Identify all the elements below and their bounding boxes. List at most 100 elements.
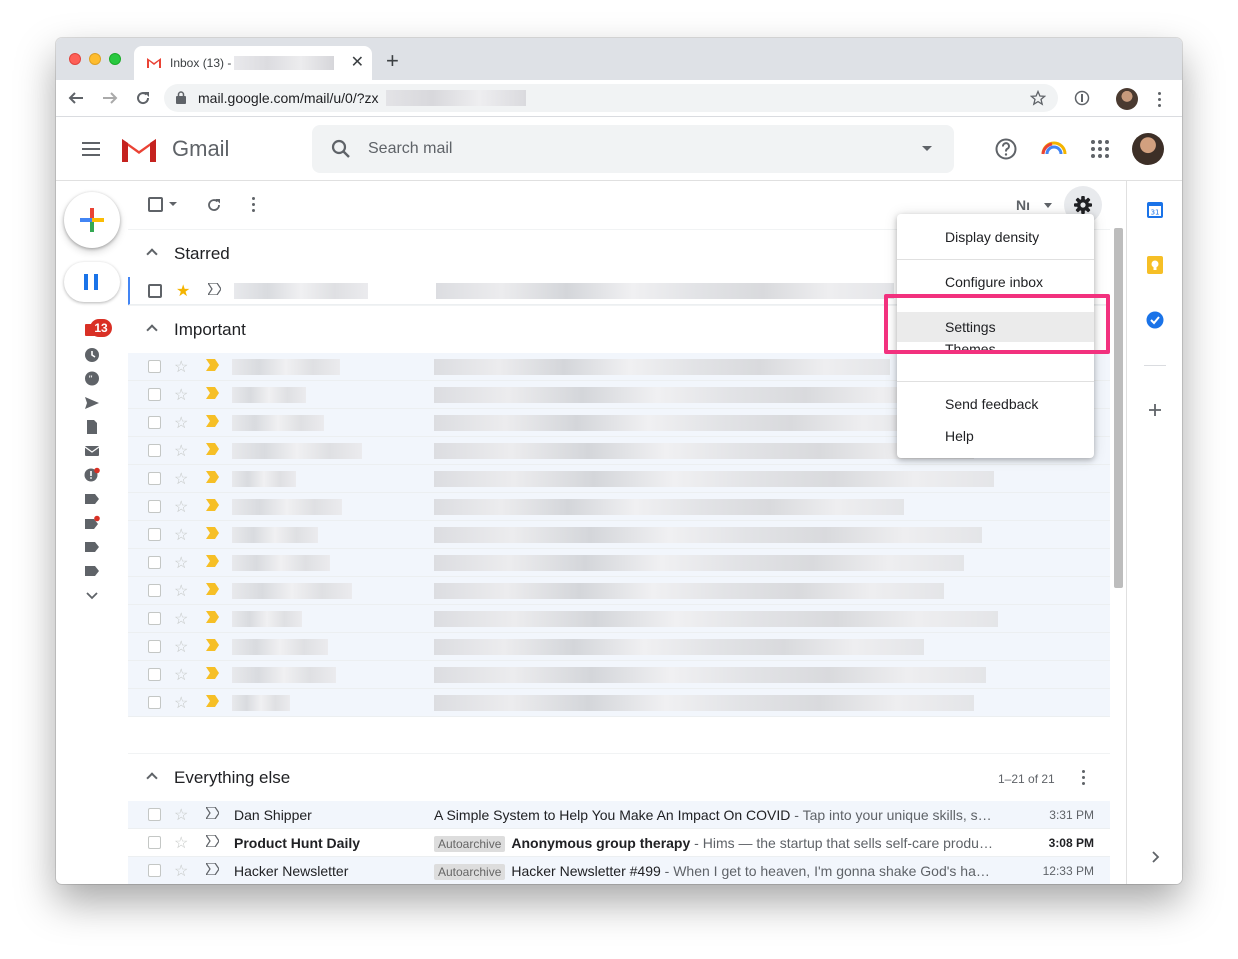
star-outline-icon[interactable]: ☆ [174, 833, 188, 853]
star-outline-icon[interactable]: ☆ [174, 637, 188, 657]
keep-notes-icon[interactable] [1146, 256, 1164, 274]
gmail-logo-icon[interactable] [120, 135, 158, 163]
row-checkbox[interactable] [148, 612, 161, 625]
important-marker-icon[interactable] [206, 639, 219, 651]
important-marker-outline-icon[interactable] [208, 283, 221, 295]
scrollbar-thumb[interactable] [1114, 228, 1123, 588]
important-marker-icon[interactable] [206, 415, 219, 427]
label-icon[interactable] [84, 539, 100, 555]
label-icon[interactable] [84, 515, 100, 531]
important-marker-icon[interactable] [206, 667, 219, 679]
menu-item-configure-inbox[interactable]: Configure inbox [897, 267, 1094, 297]
menu-item-send-feedback[interactable]: Send feedback [897, 389, 1094, 419]
row-checkbox[interactable] [148, 836, 161, 849]
label-icon[interactable] [84, 491, 100, 507]
row-checkbox[interactable] [148, 696, 161, 709]
row-checkbox[interactable] [148, 584, 161, 597]
extension-rainbow-icon[interactable] [1040, 139, 1068, 157]
scrollbar[interactable] [1112, 228, 1124, 884]
star-outline-icon[interactable]: ☆ [174, 665, 188, 685]
collapse-chevron-icon[interactable] [146, 324, 158, 336]
important-row[interactable]: ☆ [128, 577, 1110, 605]
row-checkbox[interactable] [148, 472, 161, 485]
star-outline-icon[interactable]: ☆ [174, 693, 188, 713]
star-outline-icon[interactable]: ☆ [174, 525, 188, 545]
important-marker-icon[interactable] [206, 387, 219, 399]
address-bar[interactable]: mail.google.com/mail/u/0/?zx [164, 84, 1058, 112]
important-marker-icon[interactable] [206, 611, 219, 623]
all-mail-icon[interactable] [84, 443, 100, 459]
important-row[interactable]: ☆ [128, 689, 1110, 717]
collapse-chevron-icon[interactable] [146, 772, 158, 784]
input-tools-caret-icon[interactable] [1044, 203, 1052, 208]
important-marker-icon[interactable] [206, 527, 219, 539]
browser-profile-avatar[interactable] [1116, 88, 1138, 110]
mail-row[interactable]: ☆ Hacker Newsletter Autoarchive Hacker News… [128, 857, 1110, 884]
autoarchive-label[interactable]: Autoarchive [434, 836, 506, 852]
important-row[interactable]: ☆ [128, 521, 1110, 549]
spam-icon[interactable] [84, 467, 100, 483]
account-avatar[interactable] [1132, 133, 1164, 165]
snoozed-clock-icon[interactable] [84, 347, 100, 363]
row-checkbox[interactable] [148, 640, 161, 653]
add-addon-plus-icon[interactable] [1146, 401, 1164, 419]
expand-more-chevron-icon[interactable] [84, 588, 100, 604]
everything-else-section-header[interactable]: Everything else 1–21 of 21 [128, 753, 1110, 801]
row-checkbox[interactable] [148, 864, 161, 877]
mail-row[interactable]: ☆ Product Hunt Daily Autoarchive Anonymous … [128, 829, 1110, 857]
sent-icon[interactable] [84, 395, 100, 411]
input-tools-button[interactable]: Nı [1016, 197, 1030, 213]
collapse-chevron-icon[interactable] [146, 248, 158, 260]
autoarchive-label[interactable]: Autoarchive [434, 864, 506, 880]
calendar-icon[interactable]: 31 [1146, 201, 1164, 219]
star-outline-icon[interactable]: ☆ [174, 357, 188, 377]
row-checkbox[interactable] [148, 444, 161, 457]
row-checkbox[interactable] [148, 284, 162, 298]
important-marker-icon[interactable] [206, 555, 219, 567]
important-row[interactable]: ☆ [128, 549, 1110, 577]
important-marker-icon[interactable] [206, 359, 219, 371]
row-checkbox[interactable] [148, 360, 161, 373]
star-outline-icon[interactable]: ☆ [174, 861, 188, 881]
menu-item-help[interactable]: Help [897, 421, 1094, 451]
extension-info-icon[interactable] [1074, 90, 1090, 106]
zoom-window-button[interactable] [109, 53, 121, 65]
main-menu-icon[interactable] [82, 142, 100, 156]
drafts-icon[interactable] [84, 419, 100, 435]
row-checkbox[interactable] [148, 500, 161, 513]
close-tab-icon[interactable]: ✕ [351, 52, 364, 72]
bookmark-star-icon[interactable] [1030, 90, 1046, 106]
important-marker-icon[interactable] [206, 695, 219, 707]
star-outline-icon[interactable]: ☆ [174, 413, 188, 433]
section-options-icon[interactable] [1082, 770, 1086, 788]
new-tab-button[interactable]: + [386, 48, 399, 74]
forward-arrow-icon[interactable] [102, 90, 118, 106]
important-row[interactable]: ☆ [128, 493, 1110, 521]
close-window-button[interactable] [69, 53, 81, 65]
star-outline-icon[interactable]: ☆ [174, 469, 188, 489]
more-actions-icon[interactable] [252, 197, 256, 215]
tasks-icon[interactable] [1146, 311, 1164, 329]
important-marker-icon[interactable] [206, 499, 219, 511]
apps-grid-icon[interactable] [1090, 139, 1110, 159]
browser-menu-icon[interactable] [1158, 92, 1162, 110]
expand-panel-chevron-icon[interactable] [1146, 848, 1164, 866]
compose-button[interactable] [64, 192, 120, 248]
refresh-icon[interactable] [206, 197, 222, 213]
star-outline-icon[interactable]: ☆ [174, 609, 188, 629]
select-options-caret-icon[interactable] [169, 202, 177, 206]
star-outline-icon[interactable]: ☆ [174, 553, 188, 573]
browser-tab[interactable]: Inbox (13) - ✕ [134, 46, 372, 80]
search-bar[interactable] [312, 125, 954, 173]
search-options-caret-icon[interactable] [922, 146, 932, 151]
mail-row[interactable]: ☆ Dan Shipper A Simple System to Help You … [128, 801, 1110, 829]
important-marker-outline-icon[interactable] [206, 835, 219, 847]
label-icon[interactable] [84, 563, 100, 579]
important-marker-outline-icon[interactable] [206, 807, 219, 819]
chat-bubble-icon[interactable]: ” [84, 371, 100, 387]
help-icon[interactable] [994, 137, 1018, 161]
minimize-window-button[interactable] [89, 53, 101, 65]
important-marker-icon[interactable] [206, 443, 219, 455]
row-checkbox[interactable] [148, 808, 161, 821]
star-outline-icon[interactable]: ☆ [174, 805, 188, 825]
